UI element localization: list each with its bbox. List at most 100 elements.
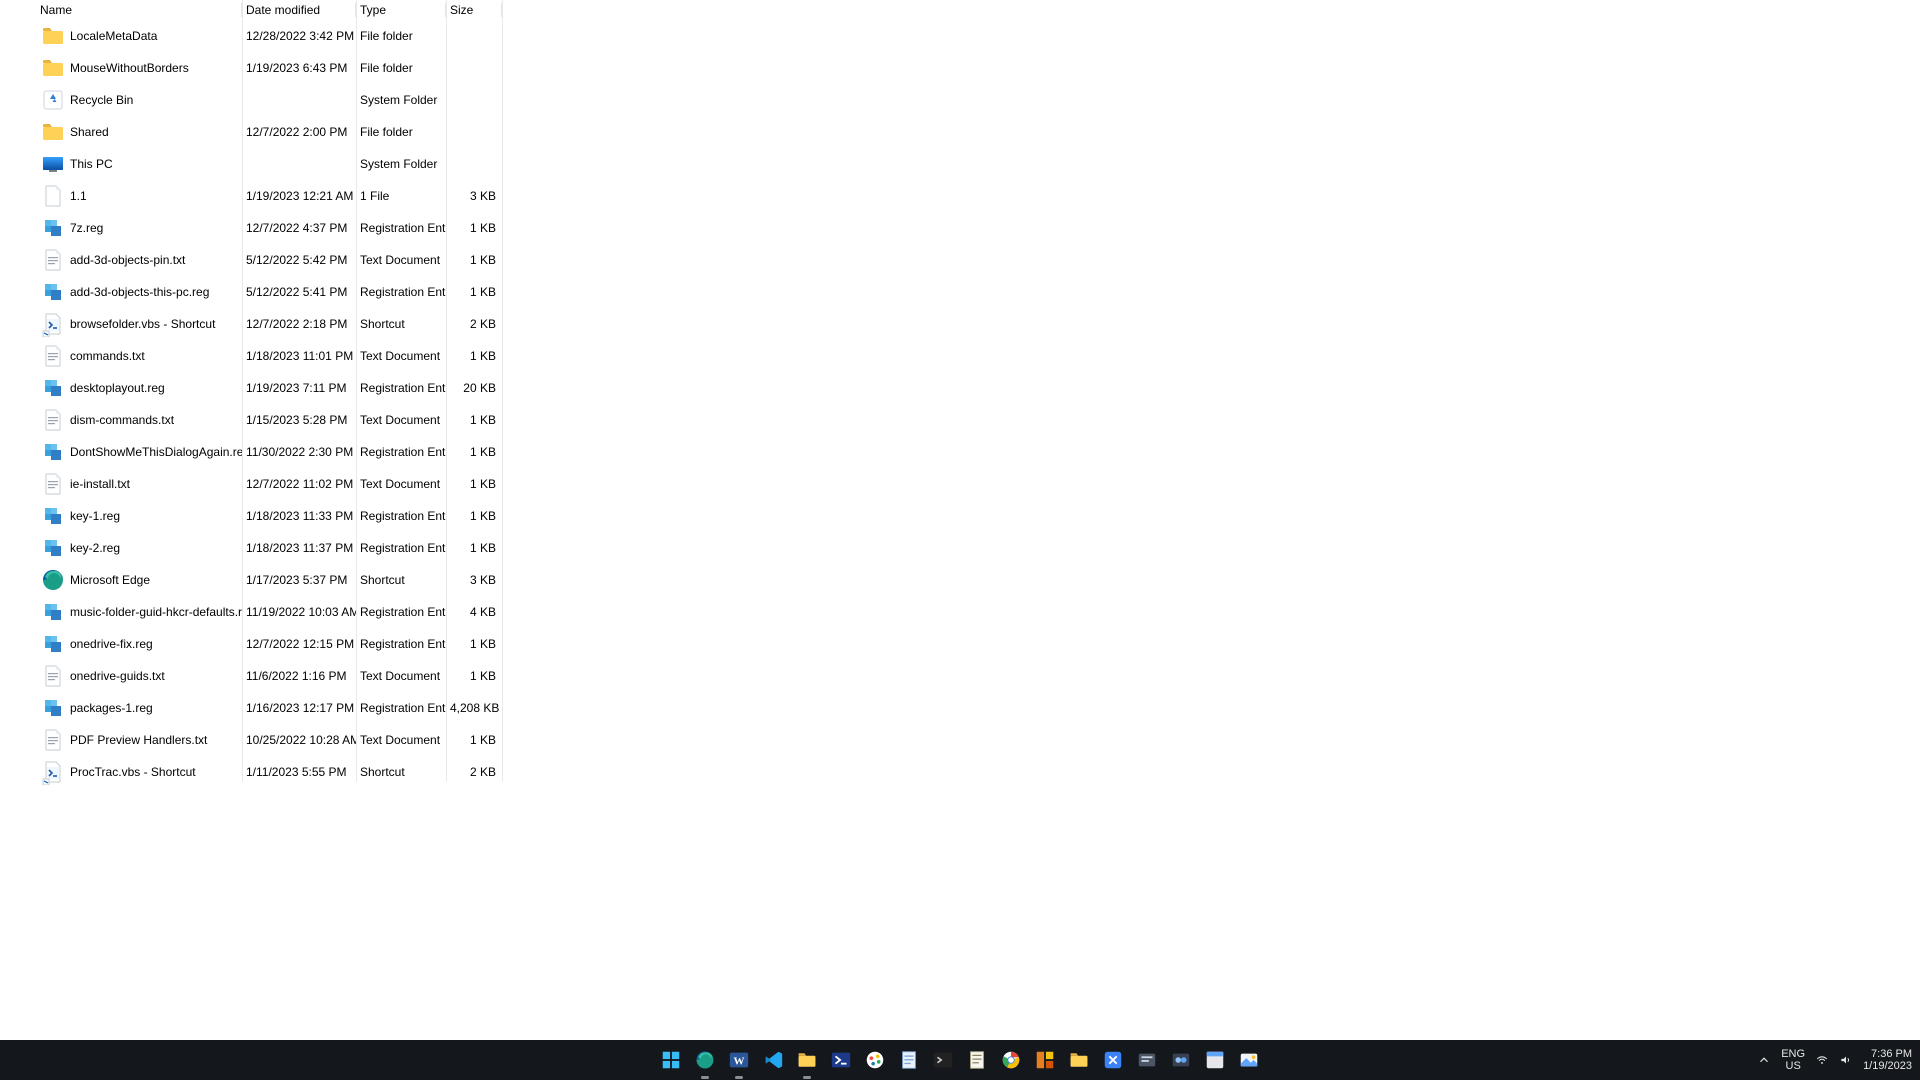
volume-icon[interactable] (1839, 1053, 1853, 1067)
file-type: Text Document (356, 477, 446, 491)
file-name: PDF Preview Handlers.txt (70, 733, 207, 747)
file-row[interactable]: This PCSystem Folder (36, 148, 502, 180)
file-size: 3 KB (446, 189, 502, 203)
file-type: Registration Entries (356, 637, 446, 651)
file-row[interactable]: browsefolder.vbs - Shortcut12/7/2022 2:1… (36, 308, 502, 340)
reg-icon (40, 599, 66, 625)
taskbar-app-paint[interactable] (861, 1046, 889, 1074)
file-row[interactable]: key-1.reg1/18/2023 11:33 PMRegistration … (36, 500, 502, 532)
taskbar-app-generic-4[interactable] (1201, 1046, 1229, 1074)
file-size: 1 KB (446, 477, 502, 491)
file-name: dism-commands.txt (70, 413, 174, 427)
file-size: 1 KB (446, 669, 502, 683)
reg-icon (40, 215, 66, 241)
file-row[interactable]: desktoplayout.reg1/19/2023 7:11 PMRegist… (36, 372, 502, 404)
file-date: 5/12/2022 5:41 PM (242, 285, 356, 299)
file-name: DontShowMeThisDialogAgain.reg (70, 445, 242, 459)
taskbar-app-notepadpp[interactable] (963, 1046, 991, 1074)
taskbar-app-chrome[interactable] (997, 1046, 1025, 1074)
file-size: 2 KB (446, 317, 502, 331)
file-row[interactable]: dism-commands.txt1/15/2023 5:28 PMText D… (36, 404, 502, 436)
file-date: 5/12/2022 5:42 PM (242, 253, 356, 267)
taskbar-app-powertoys[interactable] (1031, 1046, 1059, 1074)
txt-icon (40, 247, 66, 273)
file-name: Microsoft Edge (70, 573, 150, 587)
edge-icon (40, 567, 66, 593)
file-row[interactable]: MouseWithoutBorders1/19/2023 6:43 PMFile… (36, 52, 502, 84)
file-row[interactable]: ProcTrac.vbs - Shortcut1/11/2023 5:55 PM… (36, 756, 502, 788)
file-size: 1 KB (446, 285, 502, 299)
file-row[interactable]: Microsoft Edge1/17/2023 5:37 PMShortcut3… (36, 564, 502, 596)
file-type: Registration Entries (356, 701, 446, 715)
file-row[interactable]: music-folder-guid-hkcr-defaults.reg11/19… (36, 596, 502, 628)
txt-icon (40, 727, 66, 753)
file-type: Text Document (356, 413, 446, 427)
tray-clock[interactable]: 7:36 PM 1/19/2023 (1863, 1048, 1912, 1072)
taskbar-app-files[interactable] (1065, 1046, 1093, 1074)
file-row[interactable]: packages-1.reg1/16/2023 12:17 PMRegistra… (36, 692, 502, 724)
file-row[interactable]: key-2.reg1/18/2023 11:37 PMRegistration … (36, 532, 502, 564)
file-size: 1 KB (446, 509, 502, 523)
file-row[interactable]: onedrive-fix.reg12/7/2022 12:15 PMRegist… (36, 628, 502, 660)
wifi-icon[interactable] (1815, 1053, 1829, 1067)
taskbar-app-generic-2[interactable] (1133, 1046, 1161, 1074)
file-type: Shortcut (356, 573, 446, 587)
tray-language[interactable]: ENG US (1781, 1048, 1805, 1072)
column-header-type[interactable]: Type (356, 1, 446, 19)
file-date: 1/19/2023 12:21 AM (242, 189, 356, 203)
file-size: 1 KB (446, 413, 502, 427)
file-name: commands.txt (70, 349, 145, 363)
file-type: Text Document (356, 349, 446, 363)
taskbar-app-photos[interactable] (1235, 1046, 1263, 1074)
file-row[interactable]: DontShowMeThisDialogAgain.reg11/30/2022 … (36, 436, 502, 468)
column-header-size[interactable]: Size (446, 1, 502, 19)
column-divider[interactable] (356, 0, 357, 782)
file-name: Shared (70, 125, 109, 139)
file-row[interactable]: ie-install.txt12/7/2022 11:02 PMText Doc… (36, 468, 502, 500)
file-size: 1 KB (446, 637, 502, 651)
folder-icon (40, 55, 66, 81)
reg-icon (40, 375, 66, 401)
file-date: 1/11/2023 5:55 PM (242, 765, 356, 779)
column-divider[interactable] (502, 0, 503, 782)
taskbar-app-word[interactable]: W (725, 1046, 753, 1074)
column-divider[interactable] (446, 0, 447, 782)
file-type: File folder (356, 29, 446, 43)
file-date: 11/30/2022 2:30 PM (242, 445, 356, 459)
blank-icon (40, 183, 66, 209)
file-date: 12/7/2022 4:37 PM (242, 221, 356, 235)
file-row[interactable]: 1.11/19/2023 12:21 AM1 File3 KB (36, 180, 502, 212)
tray-overflow-icon[interactable] (1757, 1053, 1771, 1067)
reg-icon (40, 503, 66, 529)
file-size: 20 KB (446, 381, 502, 395)
start-button[interactable] (657, 1046, 685, 1074)
taskbar-app-edge[interactable] (691, 1046, 719, 1074)
txt-icon (40, 343, 66, 369)
taskbar-app-explorer[interactable] (793, 1046, 821, 1074)
file-row[interactable]: Recycle BinSystem Folder (36, 84, 502, 116)
column-header-name[interactable]: Name (36, 1, 242, 19)
taskbar-app-notepad[interactable] (895, 1046, 923, 1074)
file-type: Registration Entries (356, 381, 446, 395)
file-name: packages-1.reg (70, 701, 153, 715)
file-row[interactable]: PDF Preview Handlers.txt10/25/2022 10:28… (36, 724, 502, 756)
file-row[interactable]: add-3d-objects-this-pc.reg5/12/2022 5:41… (36, 276, 502, 308)
taskbar-app-terminal[interactable] (929, 1046, 957, 1074)
system-tray: ENG US 7:36 PM 1/19/2023 (1757, 1040, 1912, 1080)
taskbar-app-generic-3[interactable] (1167, 1046, 1195, 1074)
file-date: 1/19/2023 7:11 PM (242, 381, 356, 395)
file-row[interactable]: LocaleMetaData12/28/2022 3:42 PMFile fol… (36, 20, 502, 52)
column-header-date[interactable]: Date modified (242, 1, 356, 19)
file-row[interactable]: onedrive-guids.txt11/6/2022 1:16 PMText … (36, 660, 502, 692)
column-divider[interactable] (242, 0, 243, 782)
taskbar-app-vscode[interactable] (759, 1046, 787, 1074)
taskbar-app-generic-1[interactable] (1099, 1046, 1127, 1074)
file-list-pane: Name Date modified Type Size LocaleMetaD… (36, 0, 502, 782)
thispc-icon (40, 151, 66, 177)
taskbar-app-powershell[interactable] (827, 1046, 855, 1074)
file-row[interactable]: 7z.reg12/7/2022 4:37 PMRegistration Entr… (36, 212, 502, 244)
file-row[interactable]: commands.txt1/18/2023 11:01 PMText Docum… (36, 340, 502, 372)
file-row[interactable]: add-3d-objects-pin.txt5/12/2022 5:42 PMT… (36, 244, 502, 276)
file-row[interactable]: Shared12/7/2022 2:00 PMFile folder (36, 116, 502, 148)
file-type: File folder (356, 61, 446, 75)
